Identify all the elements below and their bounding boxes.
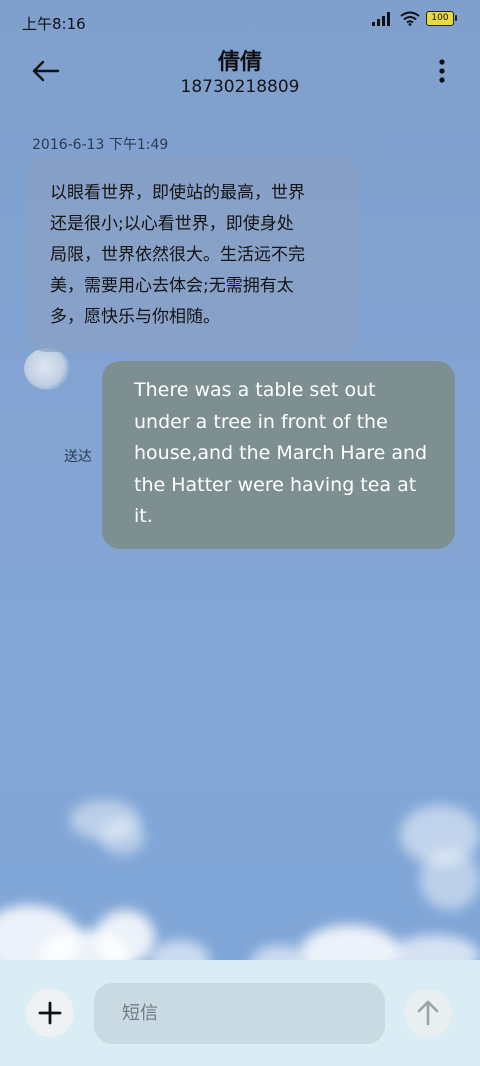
message-line: There was a table set out [134, 379, 376, 401]
add-attachment-button[interactable] [26, 989, 74, 1037]
outgoing-message-bubble[interactable]: There was a table set out under a tree i… [102, 361, 455, 549]
status-bar: 上午8:16 100 [0, 0, 480, 44]
signal-icon [372, 11, 394, 26]
message-line: the Hatter were having tea at [134, 473, 417, 496]
message-input[interactable]: 短信 [94, 983, 385, 1044]
battery-icon: 100 [426, 11, 457, 26]
wifi-icon [400, 11, 420, 26]
message-line: under a tree in front of the [134, 410, 388, 433]
contact-name: 倩倩 [217, 50, 262, 75]
more-options-button[interactable] [438, 58, 446, 84]
message-timestamp: 2016-6-13 下午1:49 [32, 137, 169, 153]
contact-phone-number: 18730218809 [180, 77, 300, 97]
status-time: 上午8:16 [22, 15, 86, 33]
arrow-up-icon [404, 989, 452, 1037]
plus-icon [26, 989, 74, 1037]
incoming-message-bubble[interactable]: 以眼看世界，即使站的最高，世界 还是很小;以心看世界，即使身处 局限，世界依然很… [28, 156, 358, 352]
message-line: 还是很小;以心看世界，即使身处 [50, 214, 294, 234]
message-line: 多，愿快乐与你相随。 [50, 307, 220, 327]
message-line: it. [134, 505, 153, 527]
message-line: 局限，世界依然很大。生活远不完 [50, 245, 305, 265]
message-line: 美，需要用心去体会;无需拥有太 [50, 276, 294, 296]
more-vertical-icon [438, 58, 446, 84]
message-line: 以眼看世界，即使站的最高，世界 [50, 183, 305, 203]
send-button[interactable] [404, 989, 452, 1037]
message-line: house,and the March Hare and [134, 442, 428, 464]
delivery-status: 送达 [64, 449, 92, 465]
moon-decoration [24, 348, 70, 390]
